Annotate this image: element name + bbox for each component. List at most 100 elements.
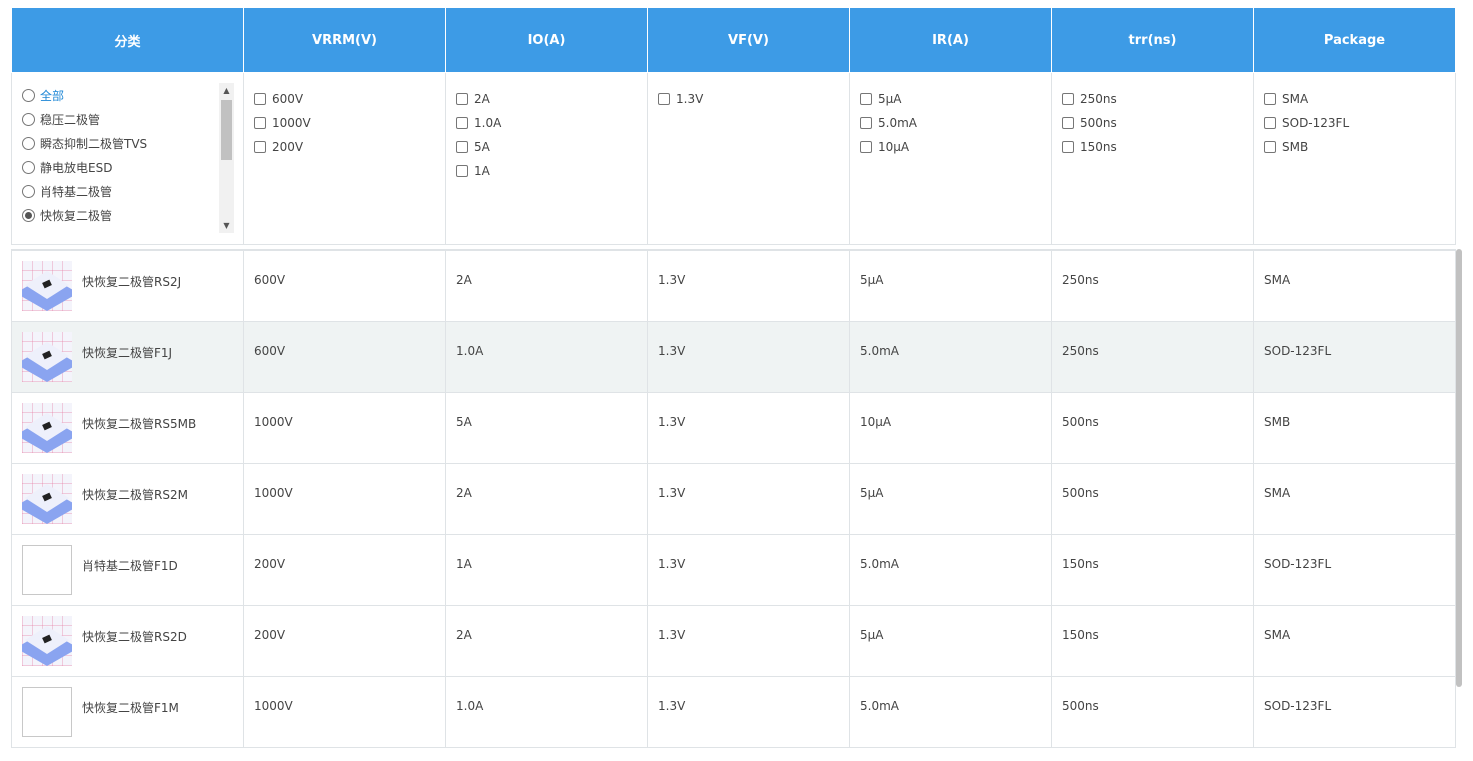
product-name-link[interactable]: 快恢复二极管F1J	[82, 332, 172, 361]
category-option[interactable]: 静电放电ESD	[22, 155, 234, 179]
trr-checkbox[interactable]	[1062, 93, 1074, 105]
category-option[interactable]: 快恢复二极管	[22, 203, 234, 227]
io-checkbox[interactable]	[456, 165, 468, 177]
product-name-wrap: 快恢复二极管RS2D	[22, 616, 243, 666]
vrrm-option[interactable]: 600V	[254, 87, 445, 111]
category-radio[interactable]	[22, 88, 35, 102]
package-option[interactable]: SMB	[1264, 135, 1455, 159]
category-listbox[interactable]: 全部 稳压二极管 瞬态抑制二极管TVS 静电放电ESD 肖特基二极管快恢复二极管 ▲ ▼	[22, 83, 234, 233]
category-radio[interactable]	[22, 208, 35, 222]
product-thumbnail[interactable]	[22, 261, 72, 311]
io-checkbox-list: 2A 1.0A 5A 1A	[456, 87, 647, 183]
product-name-wrap: 快恢复二极管RS2J	[22, 261, 243, 311]
category-radio[interactable]	[22, 112, 35, 126]
table-row[interactable]: 快恢复二极管RS2M 1000V 2A 1.3V 5μA 500ns SMA	[11, 463, 1456, 535]
vrrm-checkbox[interactable]	[254, 117, 266, 129]
ir-option[interactable]: 5μA	[860, 87, 1051, 111]
header-category: 分类	[11, 7, 244, 73]
io-option[interactable]: 1.0A	[456, 111, 647, 135]
io-option[interactable]: 1A	[456, 159, 647, 183]
cell-ir: 5.0mA	[849, 534, 1052, 606]
trr-option[interactable]: 150ns	[1062, 135, 1253, 159]
cell-package: SMA	[1253, 605, 1456, 677]
trr-filter-cell: 250ns 500ns 150ns	[1051, 72, 1254, 245]
cell-io: 2A	[445, 605, 648, 677]
category-filter-cell: 全部 稳压二极管 瞬态抑制二极管TVS 静电放电ESD 肖特基二极管快恢复二极管 ▲ ▼	[11, 72, 244, 245]
product-thumbnail[interactable]	[22, 687, 72, 737]
cell-trr: 500ns	[1051, 463, 1254, 535]
ir-option[interactable]: 5.0mA	[860, 111, 1051, 135]
vf-checkbox[interactable]	[658, 93, 670, 105]
trr-checkbox[interactable]	[1062, 117, 1074, 129]
product-name-link[interactable]: 快恢复二极管RS2M	[82, 474, 188, 503]
cell-vrrm: 600V	[243, 321, 446, 393]
vrrm-option[interactable]: 1000V	[254, 111, 445, 135]
results-panel[interactable]: 快恢复二极管RS2J 600V 2A 1.3V 5μA 250ns SMA 快恢复二极管F1J…	[11, 249, 1456, 749]
category-radio[interactable]	[22, 136, 35, 150]
ir-checkbox[interactable]	[860, 117, 872, 129]
vf-option[interactable]: 1.3V	[658, 87, 849, 111]
vrrm-checkbox[interactable]	[254, 141, 266, 153]
category-radio[interactable]	[22, 160, 35, 174]
trr-option[interactable]: 500ns	[1062, 111, 1253, 135]
product-thumbnail[interactable]	[22, 474, 72, 524]
table-row[interactable]: 快恢复二极管RS2J 600V 2A 1.3V 5μA 250ns SMA	[11, 250, 1456, 322]
trr-option-label: 250ns	[1080, 92, 1117, 106]
io-checkbox[interactable]	[456, 117, 468, 129]
results-scrollbar[interactable]	[1456, 249, 1462, 687]
table-row[interactable]: 肖特基二极管F1D 200V 1A 1.3V 5.0mA 150ns SOD-123FL	[11, 534, 1456, 606]
category-option[interactable]: 全部	[22, 83, 234, 107]
header-io: IO(A)	[445, 7, 648, 73]
category-option[interactable]: 稳压二极管	[22, 107, 234, 131]
category-radio[interactable]	[22, 184, 35, 198]
product-name-link[interactable]: 快恢复二极管F1M	[82, 687, 179, 716]
ir-checkbox-list: 5μA 5.0mA 10μA	[860, 87, 1051, 159]
ir-checkbox[interactable]	[860, 141, 872, 153]
cell-trr: 250ns	[1051, 321, 1254, 393]
product-name-link[interactable]: 快恢复二极管RS5MB	[82, 403, 196, 432]
cell-io: 2A	[445, 463, 648, 535]
product-name-link[interactable]: 肖特基二极管F1D	[82, 545, 178, 574]
table-row[interactable]: 快恢复二极管F1M 1000V 1.0A 1.3V 5.0mA 500ns SOD-123F…	[11, 676, 1456, 748]
trr-option[interactable]: 250ns	[1062, 87, 1253, 111]
category-scrollbar[interactable]: ▲ ▼	[219, 83, 234, 233]
category-option[interactable]: 瞬态抑制二极管TVS	[22, 131, 234, 155]
product-name-link[interactable]: 快恢复二极管RS2J	[82, 261, 181, 290]
package-option-label: SMA	[1282, 92, 1309, 106]
header-vrrm: VRRM(V)	[243, 7, 446, 73]
package-checkbox-list: SMA SOD-123FL SMB	[1264, 87, 1455, 159]
product-thumbnail[interactable]	[22, 545, 72, 595]
io-checkbox[interactable]	[456, 93, 468, 105]
trr-option-label: 500ns	[1080, 116, 1117, 130]
scroll-down-arrow-icon[interactable]: ▼	[219, 218, 234, 233]
package-checkbox[interactable]	[1264, 117, 1276, 129]
package-checkbox[interactable]	[1264, 93, 1276, 105]
ir-checkbox[interactable]	[860, 93, 872, 105]
vrrm-option[interactable]: 200V	[254, 135, 445, 159]
table-row[interactable]: 快恢复二极管F1J 600V 1.0A 1.3V 5.0mA 250ns SOD-123FL	[11, 321, 1456, 393]
scroll-thumb[interactable]	[221, 100, 232, 160]
io-option[interactable]: 2A	[456, 87, 647, 111]
product-thumbnail[interactable]	[22, 332, 72, 382]
io-checkbox[interactable]	[456, 141, 468, 153]
package-option[interactable]: SMA	[1264, 87, 1455, 111]
product-thumbnail[interactable]	[22, 616, 72, 666]
product-thumbnail[interactable]	[22, 403, 72, 453]
io-option-label: 5A	[474, 140, 490, 154]
table-row[interactable]: 快恢复二极管RS2D 200V 2A 1.3V 5μA 150ns SMA	[11, 605, 1456, 677]
vrrm-checkbox[interactable]	[254, 93, 266, 105]
cell-trr: 150ns	[1051, 605, 1254, 677]
package-checkbox[interactable]	[1264, 141, 1276, 153]
category-option-label: 快恢复二极管	[40, 208, 113, 223]
package-option[interactable]: SOD-123FL	[1264, 111, 1455, 135]
table-row[interactable]: 快恢复二极管RS5MB 1000V 5A 1.3V 10μA 500ns SMB	[11, 392, 1456, 464]
product-name-link[interactable]: 快恢复二极管RS2D	[82, 616, 187, 645]
vf-checkbox-list: 1.3V	[658, 87, 849, 111]
io-option[interactable]: 5A	[456, 135, 647, 159]
cell-package: SMB	[1253, 392, 1456, 464]
scroll-up-arrow-icon[interactable]: ▲	[219, 83, 234, 98]
ir-option[interactable]: 10μA	[860, 135, 1051, 159]
product-cell: 快恢复二极管F1J	[11, 321, 244, 393]
category-option[interactable]: 肖特基二极管	[22, 179, 234, 203]
trr-checkbox[interactable]	[1062, 141, 1074, 153]
